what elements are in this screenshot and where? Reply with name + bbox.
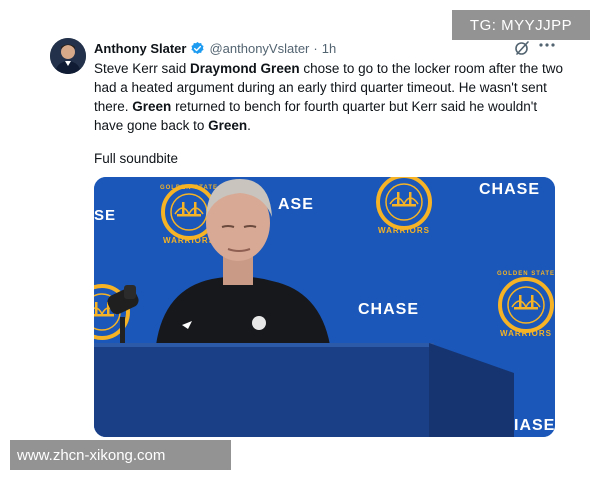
sponsor-chase-3: CHASE <box>358 301 419 318</box>
podium <box>94 343 514 437</box>
watermark-top: TG: MYYJJPP <box>452 10 590 40</box>
author-name[interactable]: Anthony Slater <box>94 41 186 56</box>
mention-draymond-green: Draymond Green <box>190 61 300 76</box>
separator-dot: · <box>313 40 318 56</box>
avatar-image <box>50 38 86 74</box>
tweet-header: Anthony Slater @anthonyVslater · 1h <box>94 38 336 58</box>
timestamp[interactable]: 1h <box>322 41 336 56</box>
logo-text: WARRIORS <box>378 226 430 235</box>
watermark-bottom: www.zhcn-xikong.com <box>10 440 231 470</box>
sponsor-chase-4: IASE <box>514 417 555 434</box>
verified-badge-icon <box>190 41 205 56</box>
tweet-text-segment: . <box>247 118 251 133</box>
tweet-media-image[interactable]: GOLDEN STATE WARRIORS WARRIORS GOLDEN ST… <box>94 177 555 437</box>
avatar[interactable] <box>50 38 86 74</box>
soundbite-label: Full soundbite <box>94 151 179 166</box>
more-options-icon[interactable] <box>538 38 556 54</box>
logo-text: WARRIORS <box>163 236 215 245</box>
tweet-text-segment: Steve Kerr said <box>94 61 191 76</box>
sponsor-chase-2: ASE <box>278 196 314 213</box>
logo-top-text: GOLDEN STATE <box>160 185 218 191</box>
mention-green: Green <box>132 99 172 114</box>
grok-icon[interactable] <box>514 40 530 56</box>
logo-text: WARRIORS <box>500 329 552 338</box>
sponsor-chase-partial: SE <box>94 207 116 224</box>
press-conference-photo: GOLDEN STATE WARRIORS WARRIORS GOLDEN ST… <box>94 177 555 437</box>
warriors-logo: WARRIORS <box>376 177 432 235</box>
tweet-screenshot: TG: MYYJJPP Anthony Slater @anthonyVslat… <box>0 0 600 480</box>
author-handle[interactable]: @anthonyVslater <box>209 41 309 56</box>
tweet-body: Steve Kerr said Draymond Green chose to … <box>94 59 564 135</box>
logo-top-text: GOLDEN STATE <box>497 271 555 277</box>
sponsor-chase-1: CHASE <box>479 181 540 198</box>
mention-green: Green <box>208 118 248 133</box>
